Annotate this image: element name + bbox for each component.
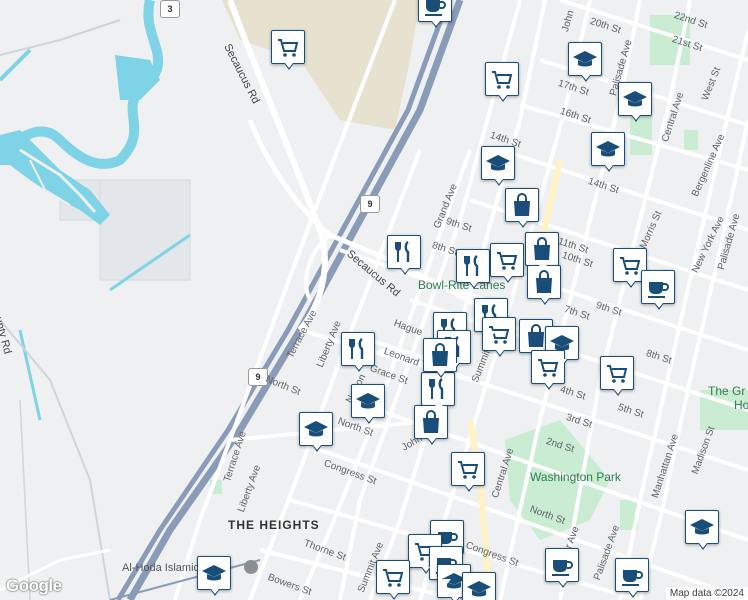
restaurant-pin-2[interactable] <box>456 249 490 289</box>
shopping-bag-pin-1[interactable] <box>505 188 539 228</box>
google-logo: Google <box>6 576 62 595</box>
coffee-pin-1[interactable] <box>418 0 452 28</box>
coffee-pin-6[interactable] <box>615 558 649 598</box>
graduation-cap-pin-4[interactable] <box>481 146 515 186</box>
the-green-label-2: Ho <box>734 398 748 412</box>
cart-pin-8[interactable] <box>451 452 485 492</box>
shopping-bag-pin-3[interactable] <box>527 265 561 305</box>
graduation-cap-pin-10[interactable] <box>462 572 496 600</box>
graduation-cap-pin-3[interactable] <box>591 132 625 172</box>
cart-pin-3[interactable] <box>490 243 524 283</box>
map-attribution[interactable]: Map data ©2024 <box>665 587 748 600</box>
cart-pin-10[interactable] <box>376 560 410 600</box>
shopping-bag-pin-2[interactable] <box>525 232 559 272</box>
route-9-shield: 9 <box>360 195 380 213</box>
cart-pin-7[interactable] <box>600 356 634 396</box>
restaurant-pin-1[interactable] <box>387 235 421 275</box>
graduation-cap-pin-6[interactable] <box>351 384 385 424</box>
neighborhood-label: THE HEIGHTS <box>228 518 320 532</box>
washington-park-label: Washington Park <box>530 470 621 484</box>
shopping-bag-pin-5[interactable] <box>414 405 448 445</box>
graduation-cap-pin-8[interactable] <box>197 556 231 596</box>
graduation-cap-pin-11[interactable] <box>685 510 719 550</box>
coffee-pin-5[interactable] <box>545 548 579 588</box>
coffee-pin-2[interactable] <box>641 270 675 310</box>
restaurant-pin-4[interactable] <box>341 332 375 372</box>
graduation-cap-pin-1[interactable] <box>568 42 602 82</box>
graduation-cap-pin-2[interactable] <box>618 82 652 122</box>
map-canvas[interactable]: 3 9 9 Secaucus Rd Secaucus Rd County Rd … <box>0 0 748 600</box>
graduation-cap-pin-7[interactable] <box>299 412 333 452</box>
cart-pin-1[interactable] <box>271 30 305 70</box>
route-3-shield: 3 <box>160 0 180 18</box>
cart-pin-2[interactable] <box>485 62 519 102</box>
al-hoda-islamic-label[interactable]: Al-Hoda Islamic <box>122 562 199 574</box>
the-green-label: The Gr <box>708 384 746 398</box>
